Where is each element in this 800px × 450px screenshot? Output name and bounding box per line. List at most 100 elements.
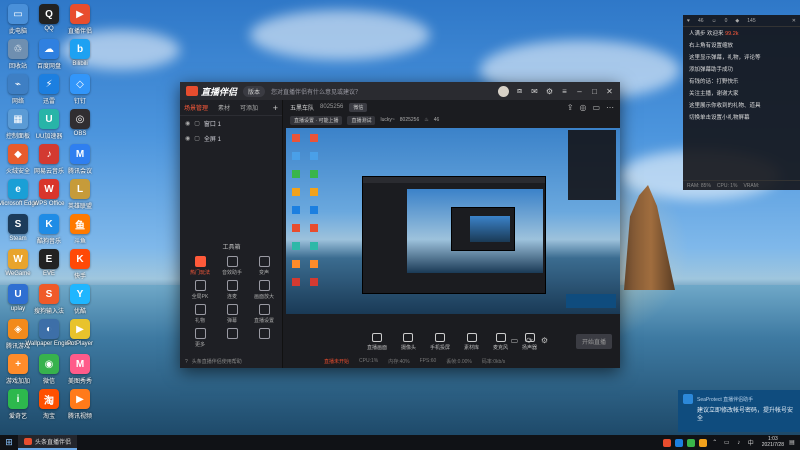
desktop-icon[interactable]: ◇ 钉钉: [60, 74, 100, 105]
network-icon[interactable]: ▭: [723, 439, 731, 447]
sync-icon[interactable]: ⟳: [526, 336, 533, 345]
more-icon[interactable]: ⋯: [606, 103, 614, 112]
tool-icon: [194, 280, 206, 291]
app-icon: 淘: [39, 389, 59, 409]
lock-icon[interactable]: ▢: [194, 135, 200, 142]
app-icon: S: [8, 214, 28, 234]
desktop-icon[interactable]: L 英雄联盟: [60, 179, 100, 210]
desktop-icon-label: 酷狗音乐: [36, 239, 61, 245]
desktop-icon[interactable]: M 腾讯会议: [60, 144, 100, 175]
chat-text: 添加弹幕助手成功: [689, 67, 734, 73]
desktop-icon[interactable]: Y 优酷: [60, 284, 100, 315]
notification-center-icon[interactable]: ▤: [788, 439, 796, 447]
source-control-button[interactable]: 摄像头: [401, 333, 416, 351]
source-control-button[interactable]: 直播画面: [367, 333, 387, 351]
desktop-icon[interactable]: M 美图秀秀: [60, 354, 100, 385]
tray-app-icon[interactable]: [686, 438, 695, 447]
tool-item[interactable]: 全局PK: [184, 280, 216, 300]
tab-scenes[interactable]: 场景管理: [184, 103, 208, 112]
desktop-icon-label: Bilibili: [72, 61, 88, 67]
windows-start-icon[interactable]: ⊞: [0, 437, 18, 448]
menu-icon[interactable]: ≡: [560, 87, 569, 96]
scene-item-fullscreen[interactable]: ◉ ▢ 全屏 1: [180, 131, 282, 146]
eye-icon[interactable]: ◉: [185, 135, 190, 142]
avatar[interactable]: [498, 85, 509, 97]
version-badge[interactable]: 版本: [243, 85, 266, 97]
taskbar-app[interactable]: 头条直播伴侣: [18, 435, 78, 450]
feedback-link[interactable]: 您对直播伴侣有什么意见或建议？: [271, 87, 361, 96]
tool-item[interactable]: 音效助手: [216, 256, 248, 276]
scene-item-window[interactable]: ◉ ▢ 窗口 1: [180, 116, 282, 131]
nested-preview-window: [362, 176, 546, 294]
tray-app-icon[interactable]: [698, 438, 707, 447]
tool-item[interactable]: 连麦: [216, 280, 248, 300]
control-extras: ▭ ⟳ ⚙: [511, 336, 548, 345]
tool-item[interactable]: [216, 328, 248, 348]
source-control-button[interactable]: 麦克风: [493, 333, 508, 351]
chat-header: ♥ 46 ☺ 0 ◆ 145 ✕: [683, 15, 800, 27]
share-icon[interactable]: ⇪: [567, 103, 574, 112]
main-area: 五黑车队 8025256 微信 ⇪ ◎ ▭ ⋯ 直播设置 · 可能上播 直播测试…: [284, 100, 620, 368]
tool-item[interactable]: 直播设置: [248, 304, 280, 324]
tray-app-icon[interactable]: [674, 438, 683, 447]
screen-icon[interactable]: ▭: [592, 103, 600, 112]
volume-icon[interactable]: ♪: [735, 439, 743, 447]
desktop-icon[interactable]: 鱼斗鱼: [60, 214, 100, 245]
desktop-icon[interactable]: ▶ PotPlayer: [60, 319, 100, 347]
ime-icon[interactable]: 中: [747, 439, 755, 447]
app-icon: e: [8, 179, 28, 199]
desktop-icon-label: 回收站: [8, 64, 27, 70]
lock-icon[interactable]: ▢: [194, 120, 200, 127]
toolbox-title: 工具箱: [222, 245, 241, 251]
clock[interactable]: 1:03 2021/7/28: [762, 436, 784, 448]
close-icon[interactable]: ✕: [792, 18, 796, 24]
tab-materials[interactable]: 素材: [218, 103, 230, 112]
room-tag[interactable]: 微信: [349, 102, 368, 112]
tool-item[interactable]: 变声: [248, 256, 280, 276]
tab-addable[interactable]: 可添加: [240, 103, 258, 112]
tray-app-icon[interactable]: [662, 438, 671, 447]
close-icon[interactable]: ✕: [605, 87, 614, 96]
chat-text: 这里展示你收到的礼物、道具: [689, 103, 761, 109]
tool-icon: [194, 304, 206, 315]
sidebar-footer[interactable]: ? 头条直播伴侣使用帮助: [185, 358, 242, 366]
desktop-icon-label: 火绒安全: [5, 169, 30, 175]
app-icon: ◉: [39, 354, 59, 374]
record-icon[interactable]: ◎: [579, 103, 586, 112]
minimize-icon[interactable]: –: [575, 87, 584, 96]
tool-item[interactable]: 热门玩法: [184, 256, 216, 276]
settings-icon[interactable]: ⚙: [545, 87, 554, 96]
chevron-up-icon[interactable]: ⌃: [711, 439, 719, 447]
tool-item[interactable]: 礼物: [184, 304, 216, 324]
tool-item[interactable]: [248, 328, 280, 348]
desktop-icon[interactable]: ▶ 腾讯视频: [60, 389, 100, 420]
tool-item[interactable]: 画面放大: [248, 280, 280, 300]
live-settings-pill[interactable]: 直播设置 · 可能上播: [290, 115, 343, 125]
desktop-icon[interactable]: ▶ 直播伴侣: [60, 4, 100, 35]
desktop-icon[interactable]: ◎ OBS: [60, 109, 100, 137]
tool-item[interactable]: 更多: [184, 328, 216, 348]
nested-inner-window: [451, 207, 515, 251]
live-test-pill[interactable]: 直播测试: [347, 115, 376, 125]
gift-icon[interactable]: ⧈: [515, 86, 524, 96]
camera-icon[interactable]: ▭: [511, 336, 519, 345]
start-live-button[interactable]: 开始直播: [575, 334, 612, 349]
add-scene-button[interactable]: +: [273, 103, 278, 113]
tool-label: 连麦: [226, 294, 237, 300]
stream-preview[interactable]: [286, 128, 620, 314]
desktop-icon[interactable]: b Bilibili: [60, 39, 100, 67]
source-icon: [466, 333, 477, 342]
maximize-icon[interactable]: □: [590, 87, 599, 96]
help-link[interactable]: 头条直播伴侣使用帮助: [192, 358, 242, 365]
tool-label: 热门玩法: [189, 270, 210, 276]
eye-icon[interactable]: ◉: [185, 120, 190, 127]
gear-icon[interactable]: ⚙: [541, 336, 548, 345]
room-sub-bar: 直播设置 · 可能上播 直播测试 lucky~ 8025256 ♨ 46: [284, 114, 620, 126]
security-notification[interactable]: SeaProtect 直播伴侣助手 建议立即修改帐号密码，提升帐号安全: [678, 390, 800, 432]
scene-label: 窗口 1: [203, 122, 221, 128]
source-control-button[interactable]: 手机投屏: [430, 333, 450, 351]
tool-item[interactable]: 弹幕: [216, 304, 248, 324]
desktop-icon[interactable]: K 快手: [60, 249, 100, 280]
source-control-button[interactable]: 素材库: [464, 333, 479, 351]
message-icon[interactable]: ✉: [530, 87, 539, 96]
